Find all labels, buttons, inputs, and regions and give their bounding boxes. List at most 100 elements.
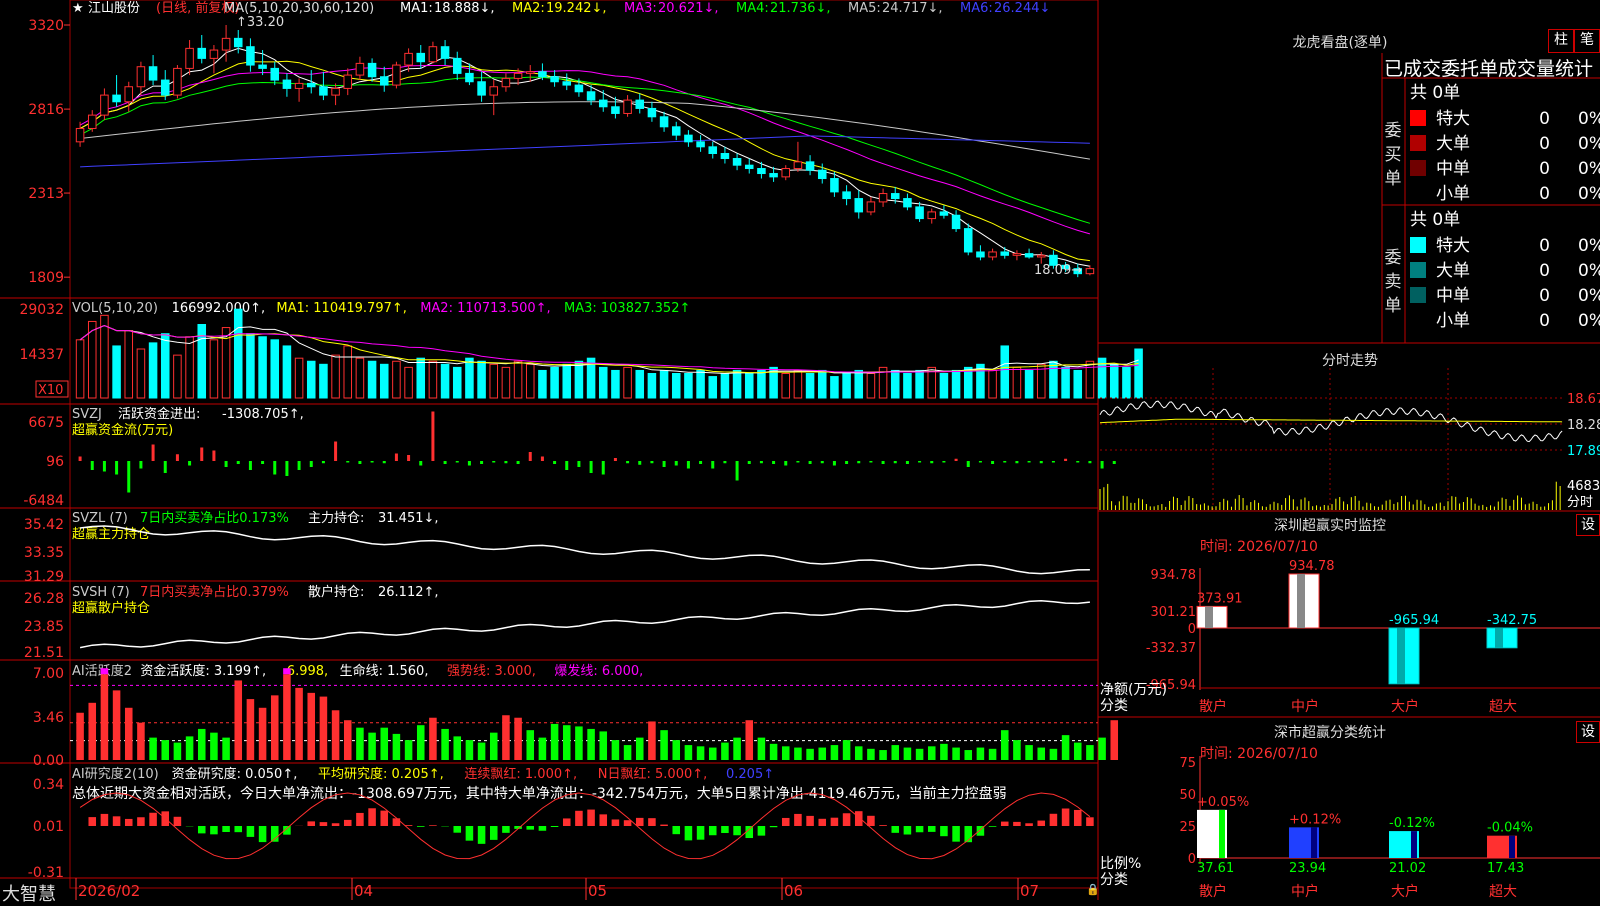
ai-research-header-3: 连续飘红: 1.000↑, bbox=[464, 766, 577, 782]
classify-bar-accent bbox=[1411, 831, 1417, 858]
candle bbox=[247, 47, 255, 65]
volume-bar bbox=[514, 361, 522, 398]
activity-bar bbox=[575, 726, 583, 760]
candle bbox=[940, 212, 948, 215]
candle bbox=[283, 80, 291, 88]
candle bbox=[733, 159, 741, 166]
candle bbox=[76, 128, 84, 141]
classify-bar-accent bbox=[1509, 836, 1515, 858]
longhu-row-label: 中单 bbox=[1436, 286, 1470, 306]
research-bar bbox=[672, 826, 680, 834]
flow-bar bbox=[760, 461, 763, 463]
tick-mode-button[interactable]: 笔 bbox=[1574, 29, 1600, 53]
intraday-vol-axis: 分时 bbox=[1567, 495, 1593, 510]
flow-bar bbox=[468, 461, 471, 466]
classify-change-label: -0.12% bbox=[1389, 816, 1435, 831]
bar-mode-button[interactable]: 柱 bbox=[1548, 29, 1574, 53]
ai-research-axis-label: 0.01 bbox=[33, 819, 64, 835]
flow-bar bbox=[346, 461, 349, 463]
longhu-row-percent: 0% bbox=[1578, 236, 1600, 256]
research-bar bbox=[660, 825, 668, 826]
volume-bar bbox=[709, 377, 717, 398]
flow-bar bbox=[261, 461, 264, 464]
longhu-tabs[interactable]: 已成交委托单成交量统计 bbox=[1384, 54, 1600, 81]
x-axis-label: 07 bbox=[1020, 882, 1039, 900]
monitor-category-axis: 分类 bbox=[1100, 698, 1128, 714]
flow-bar bbox=[115, 461, 118, 475]
candle bbox=[368, 63, 376, 76]
vol-axis-label: 14337 bbox=[19, 347, 64, 363]
activity-bar bbox=[271, 695, 279, 760]
monitor-axis-label: -332.37 bbox=[1146, 641, 1196, 656]
vol-header-4: MA3: 103827.352↑ bbox=[564, 301, 690, 316]
candle bbox=[210, 50, 218, 58]
volume-bar bbox=[429, 361, 437, 398]
longhu-row-label: 大单 bbox=[1436, 261, 1470, 281]
classify-change-label: -0.04% bbox=[1487, 821, 1533, 836]
candle bbox=[526, 72, 534, 74]
ma-label-6: MA6: bbox=[960, 1, 993, 16]
flow-bar bbox=[285, 461, 288, 476]
research-bar bbox=[794, 814, 802, 826]
activity-bar bbox=[295, 688, 303, 760]
volume-bar bbox=[1013, 367, 1021, 398]
candle bbox=[952, 215, 960, 228]
activity-bar bbox=[307, 693, 315, 760]
candle bbox=[344, 75, 352, 88]
ai-active-header-4: 强势线: 3.000, bbox=[447, 663, 536, 679]
activity-bar bbox=[977, 748, 985, 760]
activity-bar bbox=[831, 745, 839, 760]
activity-bar bbox=[429, 718, 437, 760]
ai-research-summary: 总体近期大资金相对活跃，今日大单净流出：-1308.697万元，其中特大单净流出… bbox=[72, 785, 1007, 802]
research-bar bbox=[587, 810, 595, 826]
research-bar bbox=[88, 817, 96, 826]
candle bbox=[904, 199, 912, 207]
activity-bar bbox=[612, 740, 620, 760]
volume-bar bbox=[831, 377, 839, 398]
research-bar bbox=[393, 818, 401, 826]
research-bar bbox=[952, 826, 960, 842]
activity-bar bbox=[624, 745, 632, 760]
volume-bar bbox=[916, 370, 924, 398]
classify-settings-button[interactable]: 设 bbox=[1576, 721, 1600, 743]
ai-active-header-2: 6.998, bbox=[287, 664, 328, 679]
flow-bar bbox=[139, 461, 142, 469]
activity-bar bbox=[113, 690, 121, 760]
volume-bar bbox=[332, 355, 340, 398]
flow-bar bbox=[1064, 459, 1067, 461]
classify-title: 深市超赢分类统计 bbox=[1100, 722, 1560, 742]
svzj-label: 活跃资金进出: bbox=[118, 406, 200, 422]
longhu-row-value: 0 bbox=[1539, 184, 1550, 204]
longhu-row-value: 0 bbox=[1539, 286, 1550, 306]
research-bar bbox=[831, 818, 839, 826]
flow-bar bbox=[1028, 461, 1031, 463]
research-bar bbox=[368, 808, 376, 826]
flow-bar bbox=[857, 461, 860, 463]
volume-bar bbox=[417, 358, 425, 398]
volume-bar bbox=[271, 340, 279, 398]
flow-bar bbox=[577, 461, 580, 467]
volume-bar bbox=[648, 374, 656, 399]
volume-bar bbox=[685, 374, 693, 399]
research-bar bbox=[1062, 809, 1070, 826]
volume-bar bbox=[393, 361, 401, 398]
flow-bar bbox=[504, 461, 507, 463]
ma-label-3: MA3: bbox=[624, 1, 657, 16]
activity-bar bbox=[393, 734, 401, 760]
longhu-row-percent: 0% bbox=[1578, 184, 1600, 204]
volume-bar bbox=[113, 346, 121, 398]
classify-category: 散户 bbox=[1199, 883, 1227, 900]
activity-bar bbox=[174, 743, 182, 760]
flow-bar bbox=[967, 461, 970, 467]
vol-header-0: VOL(5,10,20) bbox=[72, 301, 158, 316]
flow-bar bbox=[553, 461, 556, 464]
activity-bar bbox=[514, 718, 522, 760]
research-bar bbox=[356, 813, 364, 826]
flow-bar bbox=[663, 461, 666, 467]
flow-bar bbox=[882, 461, 885, 464]
longhu-swatch bbox=[1410, 237, 1426, 253]
monitor-settings-button[interactable]: 设 bbox=[1576, 514, 1600, 536]
longhu-swatch bbox=[1410, 135, 1426, 151]
research-bar bbox=[113, 816, 121, 826]
stock-name: 江山股份 bbox=[88, 1, 140, 16]
